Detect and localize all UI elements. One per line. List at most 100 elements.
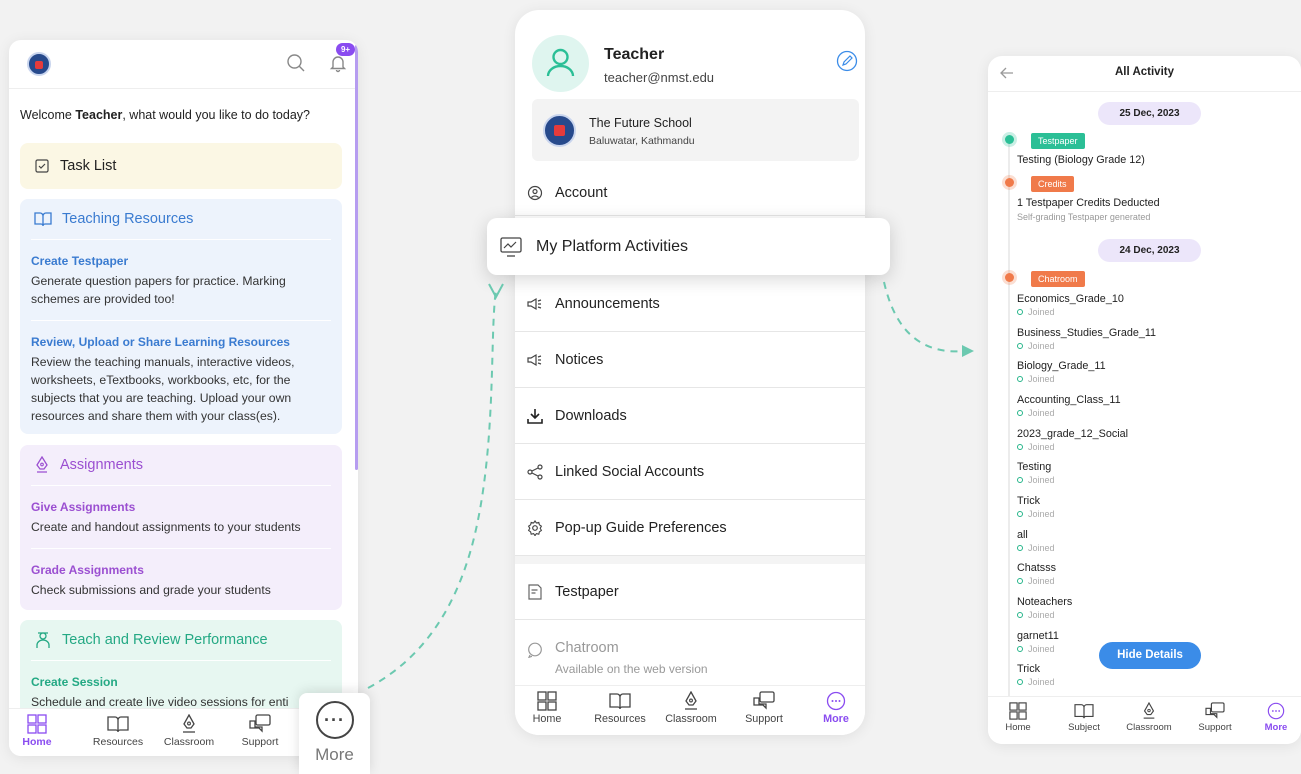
notification-badge: 9+ xyxy=(336,43,355,56)
tag-testpaper: Testpaper xyxy=(1031,133,1085,149)
performance-title: Teach and Review Performance xyxy=(62,632,268,648)
date-pill-1: 25 Dec, 2023 xyxy=(1098,102,1201,125)
nav-classroom-label: Classroom xyxy=(1126,722,1172,733)
activity-header: All Activity xyxy=(988,56,1301,92)
nav-classroom[interactable]: Classroom xyxy=(159,714,219,748)
nav-support-label: Support xyxy=(241,736,279,748)
chatroom-row[interactable]: all Joined xyxy=(1017,529,1055,553)
nav-more-label: More xyxy=(1264,722,1288,733)
nav-resources-label: Resources xyxy=(594,713,646,725)
chat-bubbles-icon xyxy=(230,714,290,734)
arrow-more-to-menu xyxy=(367,289,497,689)
nav-classroom[interactable]: Classroom xyxy=(1121,702,1177,733)
bell-icon[interactable] xyxy=(328,53,348,73)
teaching-resources-card: Teaching Resources Create Testpaper Gene… xyxy=(20,199,342,434)
menu-testpaper-label: Testpaper xyxy=(555,583,619,600)
search-icon[interactable] xyxy=(286,53,306,73)
menu-downloads[interactable]: Downloads xyxy=(515,388,865,444)
chat-bubbles-icon xyxy=(1187,702,1243,720)
welcome-text: Welcome Teacher, what would you like to … xyxy=(20,108,310,122)
nav-support[interactable]: Support xyxy=(230,714,290,748)
megaphone-icon xyxy=(527,297,543,311)
arrow-menu-to-activity xyxy=(883,281,967,353)
book-icon xyxy=(1056,702,1112,720)
menu-announcements[interactable]: Announcements xyxy=(515,276,865,332)
document-pen-icon xyxy=(527,583,543,600)
joined-status: Joined xyxy=(1017,475,1055,485)
menu-notices[interactable]: Notices xyxy=(515,332,865,388)
nav-support[interactable]: Support xyxy=(734,691,794,725)
nav-home[interactable]: Home xyxy=(990,702,1046,733)
nav-support[interactable]: Support xyxy=(1187,702,1243,733)
monitor-chart-icon xyxy=(500,236,522,257)
more-button-popup[interactable]: ··· More xyxy=(299,693,370,774)
chatroom-row[interactable]: Economics_Grade_10 Joined xyxy=(1017,293,1124,317)
menu-account[interactable]: Account xyxy=(515,170,865,216)
edit-icon[interactable] xyxy=(836,50,858,72)
nav-home-label: Home xyxy=(1005,722,1031,733)
nav-classroom[interactable]: Classroom xyxy=(661,691,721,725)
nav-resources[interactable]: Resources xyxy=(88,714,148,748)
chatroom-row[interactable]: Trick Joined xyxy=(1017,495,1055,519)
chatroom-name: 2023_grade_12_Social xyxy=(1017,428,1129,440)
menu-platform-activities[interactable]: My Platform Activities xyxy=(487,218,890,275)
nav-home-label: Home xyxy=(22,736,52,748)
menu-linked-social[interactable]: Linked Social Accounts xyxy=(515,444,865,500)
menu-account-label: Account xyxy=(555,184,608,201)
chatroom-row[interactable]: 2023_grade_12_Social Joined xyxy=(1017,428,1128,452)
testpaper-activity[interactable]: Testing (Biology Grade 12) xyxy=(1017,154,1145,166)
nav-home-label: Home xyxy=(532,713,562,725)
menu-notices-label: Notices xyxy=(555,351,604,368)
timeline-dot xyxy=(1002,270,1017,285)
arrow-head-right xyxy=(962,345,974,357)
school-card[interactable]: The Future School Baluwatar, Kathmandu xyxy=(532,99,859,161)
chatroom-row[interactable]: Trick Joined xyxy=(1017,663,1055,687)
more-dots-icon xyxy=(1253,702,1299,720)
menu-popup-guide[interactable]: Pop-up Guide Preferences xyxy=(515,500,865,556)
chatroom-row[interactable]: Noteachers Joined xyxy=(1017,596,1072,620)
gear-icon xyxy=(527,520,543,536)
credits-activity[interactable]: 1 Testpaper Credits Deducted xyxy=(1017,197,1160,209)
assignments-card: Assignments Give Assignments Create and … xyxy=(20,445,342,610)
nav-home[interactable]: Home xyxy=(9,714,67,748)
more-menu-screen: Teacher teacher@nmst.edu The Future Scho… xyxy=(515,10,865,735)
chatroom-name: Chatsss xyxy=(1017,562,1057,574)
joined-status: Joined xyxy=(1017,610,1072,620)
hide-details-button[interactable]: Hide Details xyxy=(1099,642,1201,669)
task-list-card[interactable]: Task List xyxy=(20,143,342,189)
bottom-nav: Home Resources Classroom Support More xyxy=(515,685,865,735)
chatroom-row[interactable]: Testing Joined xyxy=(1017,461,1055,485)
nav-more[interactable]: More xyxy=(1253,702,1299,733)
grade-assignments-item[interactable]: Grade Assignments Check submissions and … xyxy=(31,548,331,610)
menu-chatroom-label: Chatroom xyxy=(555,640,619,656)
back-arrow-icon[interactable] xyxy=(1000,67,1014,79)
nav-subject[interactable]: Subject xyxy=(1056,702,1112,733)
nav-resources[interactable]: Resources xyxy=(590,691,650,725)
scrollbar[interactable] xyxy=(355,45,358,470)
chatroom-row[interactable]: Business_Studies_Grade_11 Joined xyxy=(1017,327,1156,351)
school-logo[interactable] xyxy=(27,52,51,76)
teaching-resources-header[interactable]: Teaching Resources xyxy=(20,199,342,239)
joined-status: Joined xyxy=(1017,509,1055,519)
chatroom-row[interactable]: Accounting_Class_11 Joined xyxy=(1017,394,1121,418)
assignments-header[interactable]: Assignments xyxy=(20,445,342,485)
nav-more[interactable]: More xyxy=(806,691,865,725)
welcome-name: Teacher xyxy=(75,108,123,122)
create-testpaper-item[interactable]: Create Testpaper Generate question paper… xyxy=(31,239,331,320)
chatroom-row[interactable]: Chatsss Joined xyxy=(1017,562,1056,586)
nav-home[interactable]: Home xyxy=(517,691,577,725)
menu-announcements-label: Announcements xyxy=(555,295,660,312)
grade-assignments-desc: Check submissions and grade your student… xyxy=(31,583,271,597)
grade-assignments-title: Grade Assignments xyxy=(31,563,144,577)
school-logo xyxy=(543,114,576,147)
teaching-resources-title: Teaching Resources xyxy=(62,211,194,227)
nav-subject-label: Subject xyxy=(1068,722,1100,733)
nav-support-label: Support xyxy=(1198,722,1232,733)
give-assignments-item[interactable]: Give Assignments Create and handout assi… xyxy=(31,485,331,548)
menu-testpaper[interactable]: Testpaper xyxy=(515,564,865,620)
chatroom-row[interactable]: Biology_Grade_11 Joined xyxy=(1017,360,1106,384)
learning-resources-item[interactable]: Review, Upload or Share Learning Resourc… xyxy=(31,320,331,434)
chatroom-row[interactable]: garnet11 Joined xyxy=(1017,630,1059,654)
performance-header[interactable]: Teach and Review Performance xyxy=(20,620,342,660)
chatroom-name: Economics_Grade_10 xyxy=(1017,293,1124,305)
